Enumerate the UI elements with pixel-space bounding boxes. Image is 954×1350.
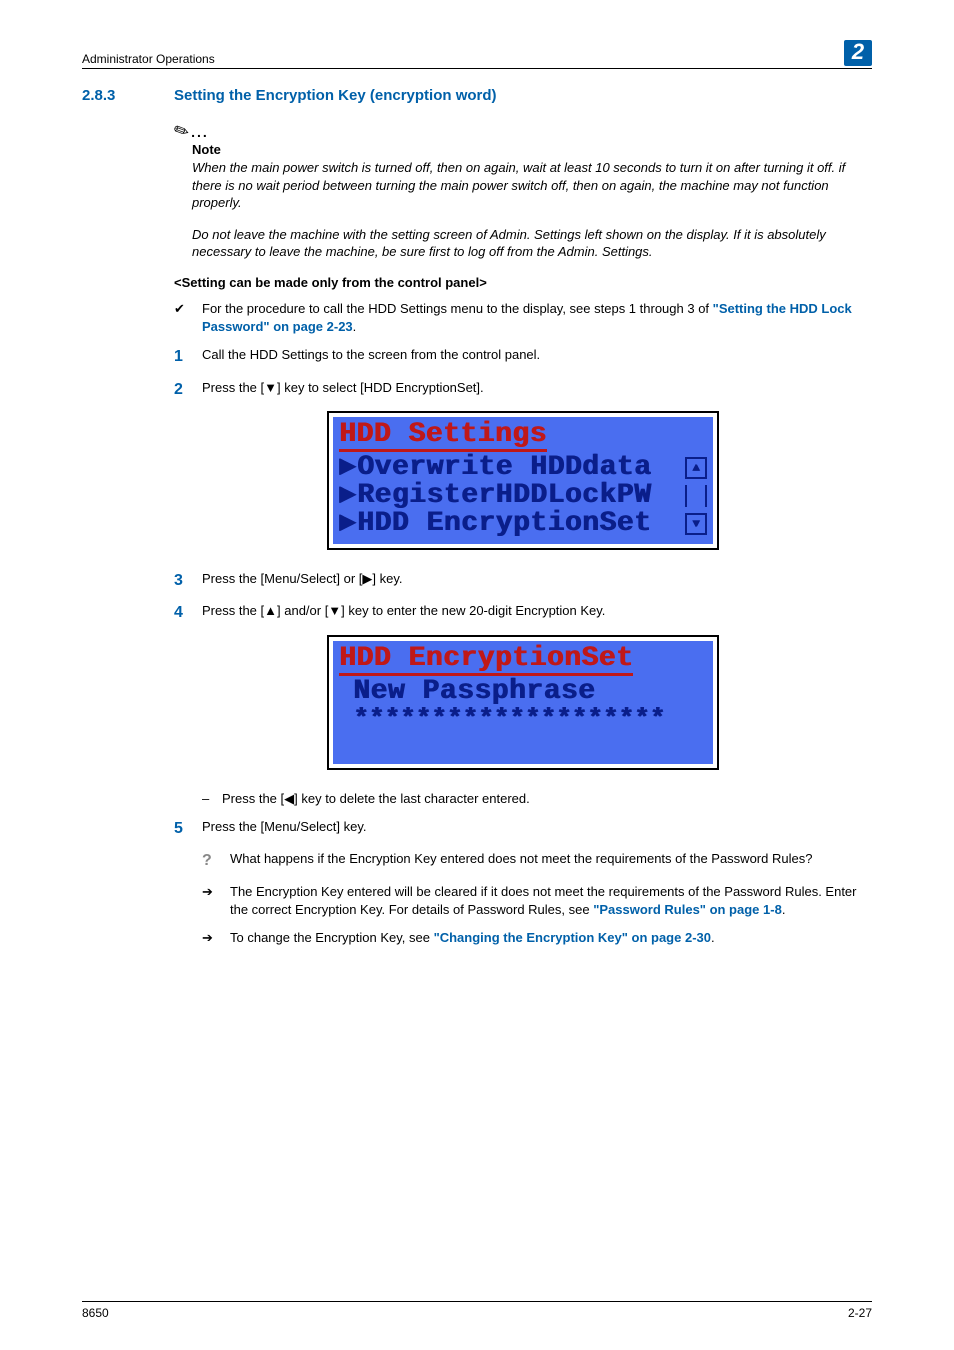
note-label: Note: [192, 142, 872, 157]
section-heading: 2.8.3 Setting the Encryption Key (encryp…: [82, 87, 872, 104]
step-2: 2 Press the [▼] key to select [HDD Encry…: [174, 379, 872, 401]
link-password-rules[interactable]: "Password Rules" on page 1-8: [593, 902, 782, 917]
lcd-screenshot-2: HDD EncryptionSet New Passphrase *******…: [327, 635, 719, 770]
step-text: Call the HDD Settings to the screen from…: [202, 346, 540, 368]
header-section: Administrator Operations: [82, 52, 215, 66]
question-icon: ?: [202, 850, 230, 872]
pencil-icon: ✎: [171, 120, 192, 143]
step-text: Press the [Menu/Select] key.: [202, 818, 367, 840]
answer-text: The Encryption Key entered will be clear…: [230, 883, 872, 919]
lcd2-title: HDD EncryptionSet: [339, 645, 633, 676]
step-number: 4: [174, 602, 202, 624]
page-footer: 8650 2-27: [82, 1301, 872, 1320]
scroll-track-icon: [685, 485, 707, 507]
bullet-text: For the procedure to call the HDD Settin…: [202, 300, 872, 336]
link-changing-encryption-key[interactable]: "Changing the Encryption Key" on page 2-…: [434, 930, 711, 945]
lcd1-row2: RegisterHDDLockPW: [357, 482, 685, 510]
answer-text: To change the Encryption Key, see "Chang…: [230, 929, 715, 947]
footer-left: 8650: [82, 1306, 109, 1320]
footer-right: 2-27: [848, 1306, 872, 1320]
note-paragraph-2: Do not leave the machine with the settin…: [192, 226, 872, 261]
subheading: <Setting can be made only from the contr…: [174, 275, 872, 290]
dots-icon: ...: [191, 125, 209, 139]
question-text: What happens if the Encryption Key enter…: [230, 850, 812, 872]
step-5: 5 Press the [Menu/Select] key.: [174, 818, 872, 840]
step-1: 1 Call the HDD Settings to the screen fr…: [174, 346, 872, 368]
page-header: Administrator Operations 2: [82, 40, 872, 69]
pointer-icon: ▶: [339, 454, 357, 482]
procedure-bullet: ✔ For the procedure to call the HDD Sett…: [174, 300, 872, 336]
step-text: Press the [▼] key to select [HDD Encrypt…: [202, 379, 484, 401]
arrow-icon: ➔: [202, 929, 230, 947]
step-text: Press the [Menu/Select] or [▶] key.: [202, 570, 403, 592]
check-icon: ✔: [174, 300, 202, 336]
pointer-icon: ▶: [339, 482, 357, 510]
chapter-badge: 2: [844, 40, 872, 66]
step-4a: – Press the [◀] key to delete the last c…: [202, 790, 872, 808]
step-number: 5: [174, 818, 202, 840]
pointer-icon: ▶: [339, 510, 357, 538]
question-row: ? What happens if the Encryption Key ent…: [202, 850, 872, 872]
step-number: 2: [174, 379, 202, 401]
step-4: 4 Press the [▲] and/or [▼] key to enter …: [174, 602, 872, 624]
dash-icon: –: [202, 790, 222, 808]
answer-row-2: ➔ To change the Encryption Key, see "Cha…: [202, 929, 872, 947]
arrow-icon: ➔: [202, 883, 230, 919]
substep-text: Press the [◀] key to delete the last cha…: [222, 790, 530, 808]
step-3: 3 Press the [Menu/Select] or [▶] key.: [174, 570, 872, 592]
step-number: 1: [174, 346, 202, 368]
step-text: Press the [▲] and/or [▼] key to enter th…: [202, 602, 605, 624]
section-title: Setting the Encryption Key (encryption w…: [174, 87, 497, 104]
step-number: 3: [174, 570, 202, 592]
scroll-down-icon: ▼: [685, 513, 707, 535]
lcd1-row3: HDD EncryptionSet: [357, 510, 685, 538]
lcd1-row1: Overwrite HDDdata: [357, 454, 685, 482]
note-paragraph-1: When the main power switch is turned off…: [192, 159, 872, 212]
lcd2-row2: ********************: [339, 706, 707, 732]
section-number: 2.8.3: [82, 87, 174, 104]
scroll-up-icon: ▲: [685, 457, 707, 479]
answer-row-1: ➔ The Encryption Key entered will be cle…: [202, 883, 872, 919]
lcd2-row1: New Passphrase: [339, 678, 707, 706]
lcd-screenshot-1: HDD Settings ▶ Overwrite HDDdata ▲ ▶ Reg…: [327, 411, 719, 550]
lcd1-title: HDD Settings: [339, 421, 547, 452]
note-icon-row: ✎ ...: [174, 122, 872, 140]
